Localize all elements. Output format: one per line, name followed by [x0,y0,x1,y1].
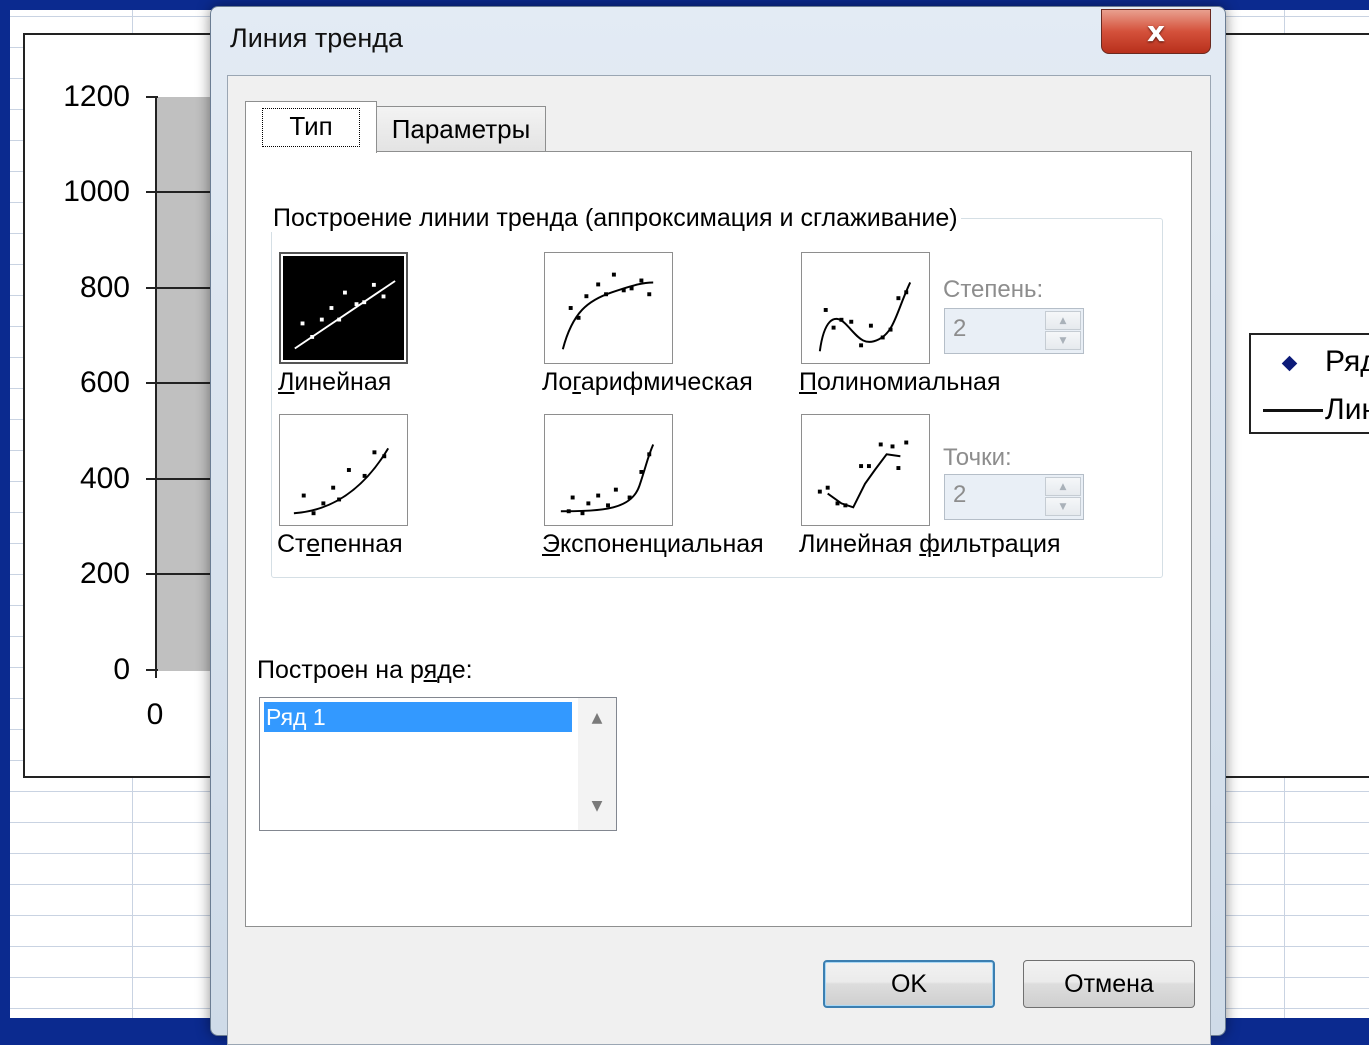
degree-spinbox[interactable]: 2 ▲ ▼ [944,308,1084,354]
linear-trend-icon [294,280,396,350]
trendline-dialog: Линия тренда x Тип Параметры Построение … [210,6,1226,1045]
y-axis-label: 1200 [63,80,130,113]
logarithmic-trend-icon [561,272,654,350]
period-spin-buttons: ▲ ▼ [1045,477,1081,517]
y-axis-line [155,96,157,678]
scroll-down-icon[interactable]: ▼ [578,786,616,826]
power-trend-icon [293,447,390,516]
period-value: 2 [953,481,967,508]
dialog-title: Линия тренда [230,23,403,53]
moving-average-trend-label: Линейная фильтрация [799,530,1061,558]
scroll-up-icon[interactable]: ▲ [578,698,616,738]
listbox-scrollbar[interactable]: ▲ ▼ [578,698,616,830]
tab-parameters[interactable]: Параметры [376,106,546,152]
legend-entry-trendline: Лин [1251,389,1369,429]
degree-value: 2 [953,315,967,342]
tab-parameters-label: Параметры [391,114,531,144]
degree-label: Степень: [943,276,1044,303]
dialog-client-area: Тип Параметры Построение линии тренда (а… [227,75,1211,1045]
chart-legend[interactable]: Ряд Лин [1249,333,1369,434]
series-listbox[interactable]: Ряд 1 ▲ ▼ [259,697,617,831]
linear-trend-label: Линейная [278,368,392,396]
period-label: Точки: [943,444,1012,471]
list-item[interactable]: Ряд 1 [264,702,572,732]
moving-average-trend-icon [817,440,909,509]
close-icon: x [1146,15,1166,48]
spin-up-icon[interactable]: ▲ [1045,477,1081,496]
tab-panel-type: Построение линии тренда (аппроксимация и… [245,151,1192,927]
y-axis-label: 200 [79,557,130,590]
series-label: Построен на ряде: [257,656,473,684]
diamond-marker-icon [1281,355,1298,372]
tab-type-label: Тип [262,108,360,147]
group-title: Построение линии тренда (аппроксимация и… [270,204,961,232]
cancel-button[interactable]: Отмена [1023,960,1195,1008]
exponential-trend-option[interactable] [544,414,673,526]
power-trend-option[interactable] [279,414,408,526]
tab-type[interactable]: Тип [245,101,377,153]
y-axis-label: 1000 [63,175,130,208]
logarithmic-trend-option[interactable] [544,252,673,364]
polynomial-trend-option[interactable] [801,252,930,364]
y-axis-label: 0 [113,653,130,686]
spin-down-icon[interactable]: ▼ [1045,331,1081,350]
spin-up-icon[interactable]: ▲ [1045,311,1081,330]
line-marker-icon [1263,409,1323,412]
legend-entry-series: Ряд [1251,341,1369,381]
polynomial-trend-label: Полиномиальная [799,368,1001,396]
close-button[interactable]: x [1101,9,1211,54]
logarithmic-trend-label: Логарифмическая [542,368,753,396]
polynomial-trend-icon [818,282,912,352]
y-tick [146,669,158,671]
y-axis-label: 400 [79,462,130,495]
degree-spin-buttons: ▲ ▼ [1045,311,1081,351]
y-axis-label: 800 [79,271,130,304]
spin-down-icon[interactable]: ▼ [1045,497,1081,516]
exponential-trend-label: Экспоненциальная [542,530,764,558]
exponential-trend-icon [560,444,655,516]
y-tick [146,96,158,98]
x-axis-label: 0 [146,698,164,731]
legend-series-text: Ряд [1325,345,1369,378]
power-trend-label: Степенная [277,530,403,558]
moving-average-trend-option[interactable] [801,414,930,526]
y-axis-label: 600 [79,366,130,399]
legend-trendline-text: Лин [1325,393,1369,426]
period-spinbox[interactable]: 2 ▲ ▼ [944,474,1084,520]
ok-button[interactable]: OK [823,960,995,1008]
linear-trend-option[interactable] [279,252,408,364]
